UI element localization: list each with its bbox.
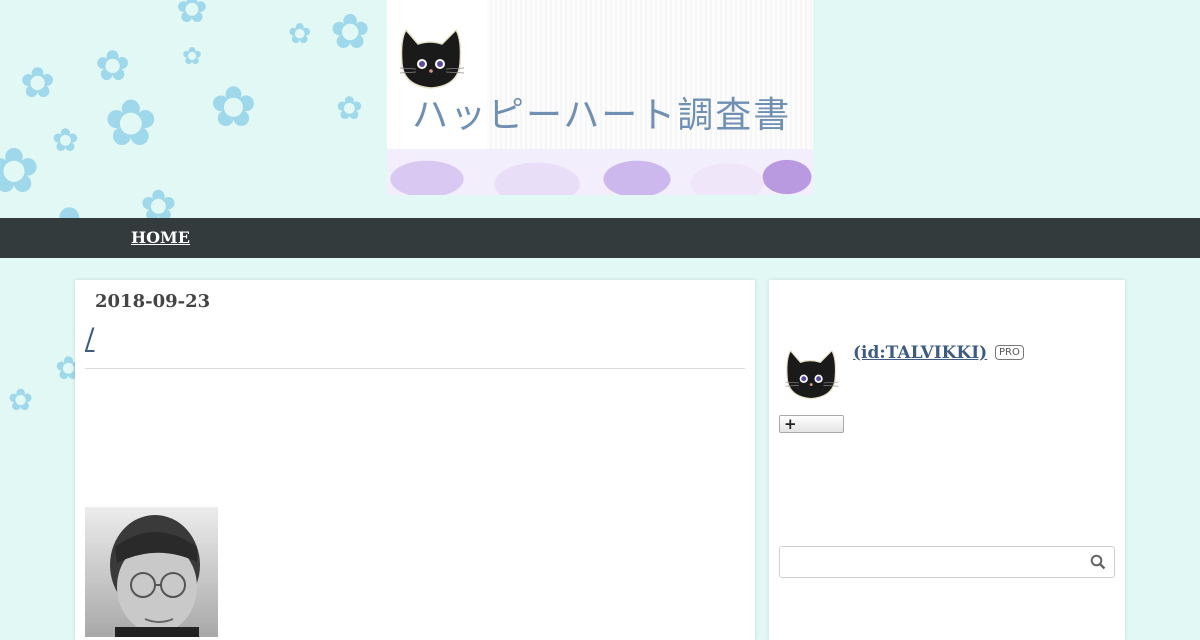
search-input[interactable] <box>786 551 1080 573</box>
nav-home-link[interactable]: HOME <box>131 228 190 247</box>
sidebar-profile-card: (id:TALVIKKI) PRO + <box>769 280 1125 640</box>
black-cat-icon[interactable] <box>779 342 845 404</box>
title-divider <box>85 368 745 369</box>
portrait-photo[interactable] <box>85 507 218 637</box>
entry-card: 2018-09-23 / <box>75 280 755 640</box>
search-box <box>779 546 1115 578</box>
pro-badge: PRO <box>995 345 1024 360</box>
banner-flowers <box>387 149 813 195</box>
black-cat-icon <box>399 28 465 89</box>
plus-icon: + <box>784 415 797 433</box>
entry-title[interactable]: / <box>85 322 94 355</box>
search-icon[interactable] <box>1090 554 1106 570</box>
portrait-illustration <box>85 507 218 637</box>
site-title[interactable]: ハッピーハート調査書 <box>412 86 791 138</box>
follow-button[interactable]: + <box>779 415 844 433</box>
entry-date[interactable]: 2018-09-23 <box>95 291 210 312</box>
global-nav: HOME <box>0 218 1200 258</box>
profile-name-link[interactable]: (id:TALVIKKI) <box>853 343 987 363</box>
